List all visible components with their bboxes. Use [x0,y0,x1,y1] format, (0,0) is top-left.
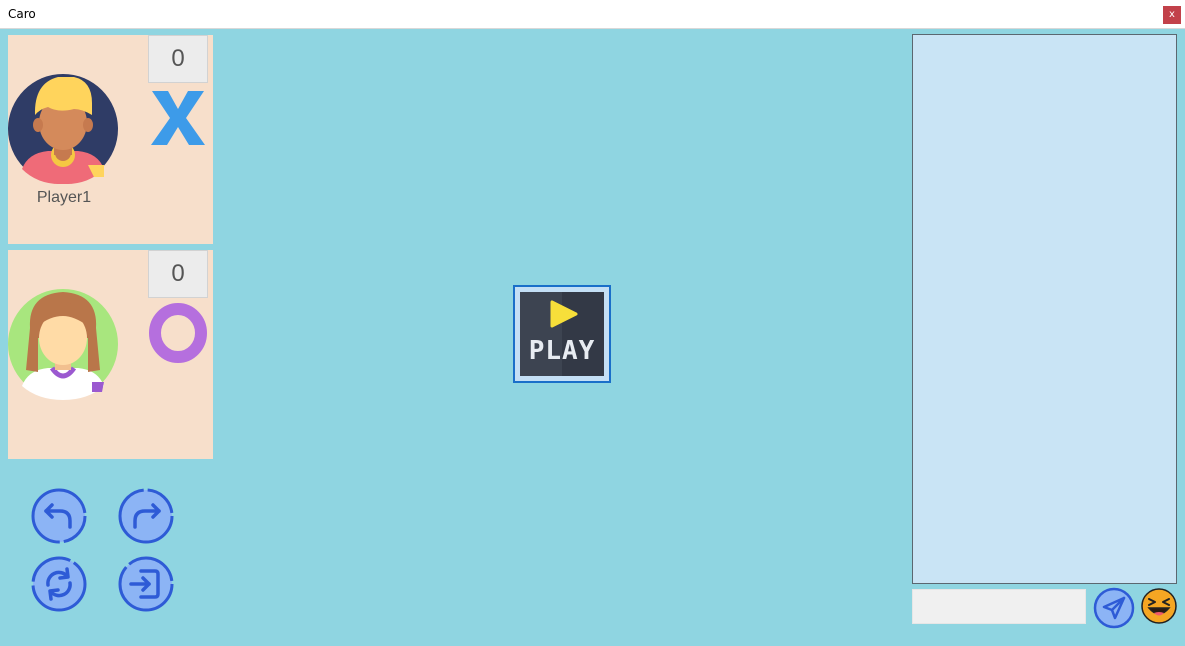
player1-panel: 0 Player1 [8,35,213,244]
window-title: Caro [8,7,36,21]
play-button[interactable]: PLAY [513,285,611,383]
play-button-face: PLAY [520,292,604,376]
player1-name: Player1 [36,189,92,206]
chat-input[interactable] [912,589,1086,624]
boy-avatar-icon [8,74,118,185]
redo-button[interactable] [117,487,175,545]
o-mark-icon [149,303,207,363]
exit-icon [118,556,174,612]
chat-log[interactable] [912,34,1177,584]
title-bar: Caro x [0,0,1185,29]
player2-panel: 0 [8,250,213,459]
exit-button[interactable] [117,555,175,613]
player2-score: 0 [148,250,208,298]
refresh-icon [31,556,87,612]
play-label: PLAY [528,336,596,366]
player2-avatar [8,288,118,400]
restart-button[interactable] [30,555,88,613]
x-mark-icon [151,91,205,145]
girl-avatar-icon [8,289,118,400]
player1-score: 0 [148,35,208,83]
undo-button[interactable] [30,487,88,545]
player1-mark [148,87,208,149]
laughing-emoji-icon [1141,588,1177,624]
close-button[interactable]: x [1163,6,1181,24]
player1-avatar [8,73,118,185]
redo-icon [118,488,174,544]
emoji-button[interactable] [1140,587,1178,625]
send-icon [1093,587,1135,629]
player2-mark [148,302,208,364]
undo-icon [31,488,87,544]
send-button[interactable] [1093,587,1135,629]
